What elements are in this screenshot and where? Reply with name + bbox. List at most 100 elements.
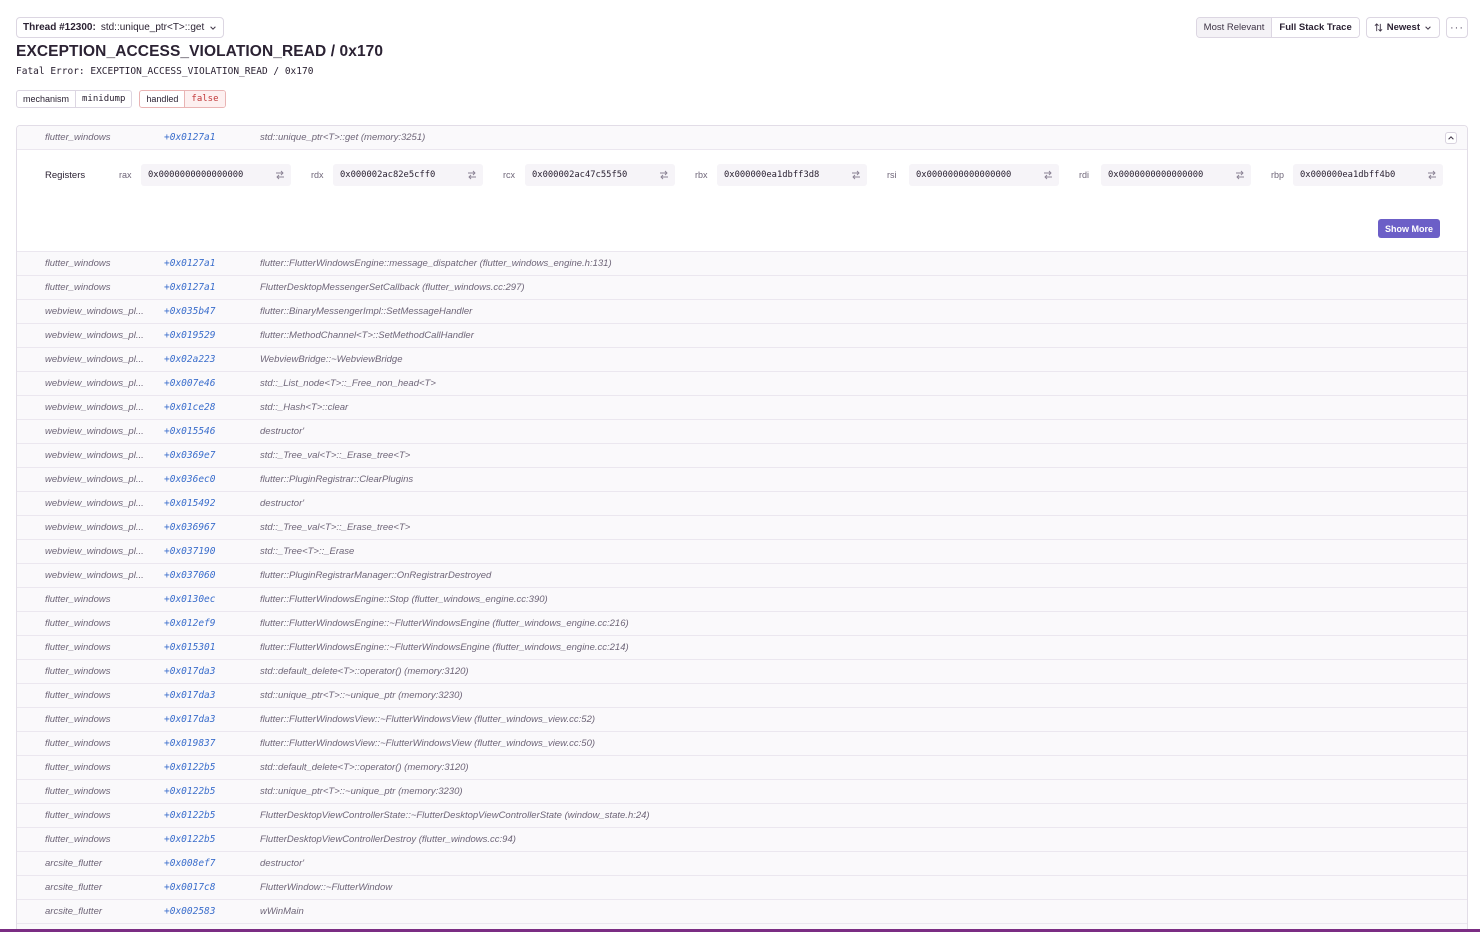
thread-selector[interactable]: Thread #12300: std::unique_ptr<T>::get xyxy=(16,17,225,38)
frame-function: std::default_delete<T>::operator() (memo… xyxy=(260,762,469,773)
frame-row[interactable]: webview_windows_pl... +0x019529 flutter::M… xyxy=(17,324,1467,348)
frame-row[interactable]: flutter_windows +0x017da3 std::default_del… xyxy=(17,660,1467,684)
frame-function: std::_Hash<T>::clear xyxy=(260,402,349,413)
frame-row[interactable]: webview_windows_pl... +0x036967 std::_Tree… xyxy=(17,516,1467,540)
register-value-text: 0x000000ea1dbff3d8 xyxy=(724,170,820,180)
frame-row[interactable]: flutter_windows +0x012ef9 flutter::Flutter… xyxy=(17,612,1467,636)
frame-function: std::_Tree_val<T>::_Erase_tree<T> xyxy=(260,450,411,461)
frame-package: webview_windows_pl... xyxy=(45,546,144,557)
register-value: 0x0000000000000000 xyxy=(1101,164,1251,186)
frame-row[interactable]: webview_windows_pl... +0x007e46 std::_List… xyxy=(17,372,1467,396)
tag-list: mechanism minidump handled false xyxy=(16,90,226,108)
frame-function: flutter::BinaryMessengerImpl::SetMessage… xyxy=(260,306,473,317)
register-rax: rax 0x0000000000000000 xyxy=(119,164,311,186)
frame-package: webview_windows_pl... xyxy=(45,522,144,533)
frame-row[interactable]: flutter_windows +0x015301 flutter::Flutter… xyxy=(17,636,1467,660)
tag-key: mechanism xyxy=(23,94,70,104)
full-stack-trace-button[interactable]: Full Stack Trace xyxy=(1272,18,1359,37)
frame-package: flutter_windows xyxy=(45,642,111,653)
frame-function: flutter::FlutterWindowsView::~FlutterWin… xyxy=(260,738,596,749)
frame-function: std::_Tree<T>::_Erase xyxy=(260,546,355,557)
tag-handled[interactable]: handled false xyxy=(139,90,226,108)
frame-package: webview_windows_pl... xyxy=(45,330,144,341)
collapse-button[interactable] xyxy=(1445,132,1457,144)
swap-format-icon[interactable] xyxy=(467,170,477,180)
register-rcx: rcx 0x000002ac47c55f50 xyxy=(503,164,695,186)
frame-address: +0x0127a1 xyxy=(164,132,216,143)
register-rsi: rsi 0x0000000000000000 xyxy=(887,164,1079,186)
frame-row[interactable]: webview_windows_pl... +0x01ce28 std::_Hash… xyxy=(17,396,1467,420)
frame-address: +0x0127a1 xyxy=(164,282,216,293)
frame-address: +0x01ce28 xyxy=(164,402,216,413)
frame-address: +0x0122b5 xyxy=(164,834,216,845)
frame-row[interactable]: webview_windows_pl... +0x037190 std::_Tree… xyxy=(17,540,1467,564)
register-value: 0x000000ea1dbff4b0 xyxy=(1293,164,1443,186)
frame-address: +0x037190 xyxy=(164,546,216,557)
frame-address: +0x036967 xyxy=(164,522,216,533)
frame-package: flutter_windows xyxy=(45,594,111,605)
frame-package: webview_windows_pl... xyxy=(45,354,144,365)
frame-row[interactable]: flutter_windows +0x019837 flutter::Flutter… xyxy=(17,732,1467,756)
frame-function: FlutterDesktopMessengerSetCallback (flut… xyxy=(260,282,525,293)
swap-format-icon[interactable] xyxy=(1043,170,1053,180)
frame-row[interactable]: webview_windows_pl... +0x02a223 WebviewBri… xyxy=(17,348,1467,372)
show-more-button[interactable]: Show More xyxy=(1377,219,1440,238)
most-relevant-button[interactable]: Most Relevant xyxy=(1196,18,1273,37)
register-value-text: 0x0000000000000000 xyxy=(916,170,1012,180)
frame-row[interactable]: webview_windows_pl... +0x015492 destructor… xyxy=(17,492,1467,516)
frame-row[interactable]: flutter_windows +0x0127a1 FlutterDesktopMe… xyxy=(17,276,1467,300)
frame-row-expanded[interactable]: flutter_windows +0x0127a1 std::unique_pt… xyxy=(17,126,1467,150)
swap-format-icon[interactable] xyxy=(275,170,285,180)
frame-address: +0x017da3 xyxy=(164,690,216,701)
frame-row[interactable]: webview_windows_pl... +0x036ec0 flutter::P… xyxy=(17,468,1467,492)
register-value-text: 0x000002ac82e5cff0 xyxy=(340,170,436,180)
register-value-text: 0x0000000000000000 xyxy=(1108,170,1204,180)
chevron-down-icon xyxy=(210,25,217,30)
frame-address: +0x017da3 xyxy=(164,714,216,725)
register-value-text: 0x0000000000000000 xyxy=(148,170,244,180)
frame-function: flutter::PluginRegistrar::ClearPlugins xyxy=(260,474,414,485)
frame-row[interactable]: flutter_windows +0x0127a1 flutter::Flutter… xyxy=(17,252,1467,276)
swap-format-icon[interactable] xyxy=(851,170,861,180)
frame-row[interactable]: webview_windows_pl... +0x0369e7 std::_Tree… xyxy=(17,444,1467,468)
frame-function: destructor' xyxy=(260,426,305,437)
frame-package: flutter_windows xyxy=(45,762,111,773)
frame-row[interactable]: flutter_windows +0x0122b5 std::unique_ptr<… xyxy=(17,780,1467,804)
frame-function: flutter::FlutterWindowsEngine::Stop (flu… xyxy=(260,594,548,605)
frame-row[interactable]: flutter_windows +0x0122b5 std::default_del… xyxy=(17,756,1467,780)
swap-format-icon[interactable] xyxy=(1427,170,1437,180)
frame-function: flutter::FlutterWindowsEngine::~FlutterW… xyxy=(260,618,629,629)
frame-package: webview_windows_pl... xyxy=(45,402,144,413)
frame-package: flutter_windows xyxy=(45,738,111,749)
frame-package: arcsite_flutter xyxy=(45,882,103,893)
more-options-button[interactable]: ··· xyxy=(1446,17,1468,38)
frame-function: std::_List_node<T>::_Free_non_head<T> xyxy=(260,378,436,389)
frame-row[interactable]: webview_windows_pl... +0x037060 flutter::P… xyxy=(17,564,1467,588)
register-name: rbp xyxy=(1271,170,1285,180)
frame-row[interactable]: flutter_windows +0x017da3 std::unique_ptr<… xyxy=(17,684,1467,708)
frame-row[interactable]: flutter_windows +0x0122b5 FlutterDesktopVi… xyxy=(17,804,1467,828)
tag-mechanism[interactable]: mechanism minidump xyxy=(16,90,133,108)
swap-format-icon[interactable] xyxy=(659,170,669,180)
swap-format-icon[interactable] xyxy=(1235,170,1245,180)
register-value-text: 0x000002ac47c55f50 xyxy=(532,170,628,180)
register-list: rax 0x0000000000000000 rdx 0x000002ac82e5cf… xyxy=(119,164,1463,186)
frame-row[interactable]: webview_windows_pl... +0x035b47 flutter::B… xyxy=(17,300,1467,324)
sort-dropdown[interactable]: Newest xyxy=(1365,17,1440,38)
frame-row[interactable]: flutter_windows +0x0130ec flutter::Flutter… xyxy=(17,588,1467,612)
frame-address: +0x02a223 xyxy=(164,354,216,365)
frame-row[interactable]: arcsite_flutter +0x0017c8 FlutterWindow::~… xyxy=(17,876,1467,900)
frame-row[interactable]: arcsite_flutter +0x002583 wWinMain xyxy=(17,900,1467,924)
frame-package: flutter_windows xyxy=(45,132,111,143)
exception-title: EXCEPTION_ACCESS_VIOLATION_READ / 0x170 xyxy=(16,43,384,60)
frame-package: webview_windows_pl... xyxy=(45,450,144,461)
frame-row[interactable]: webview_windows_pl... +0x015546 destructor… xyxy=(17,420,1467,444)
frame-function: std::unique_ptr<T>::~unique_ptr (memory:… xyxy=(260,690,463,701)
chevron-down-icon xyxy=(1425,25,1431,30)
frame-row[interactable]: arcsite_flutter +0x008ef7 destructor' xyxy=(17,852,1467,876)
frame-row[interactable]: flutter_windows +0x017da3 flutter::Flutter… xyxy=(17,708,1467,732)
frame-address: +0x0122b5 xyxy=(164,762,216,773)
register-name: rax xyxy=(119,170,132,180)
frame-row[interactable]: flutter_windows +0x0122b5 FlutterDesktopVi… xyxy=(17,828,1467,852)
register-value-text: 0x000000ea1dbff4b0 xyxy=(1300,170,1396,180)
